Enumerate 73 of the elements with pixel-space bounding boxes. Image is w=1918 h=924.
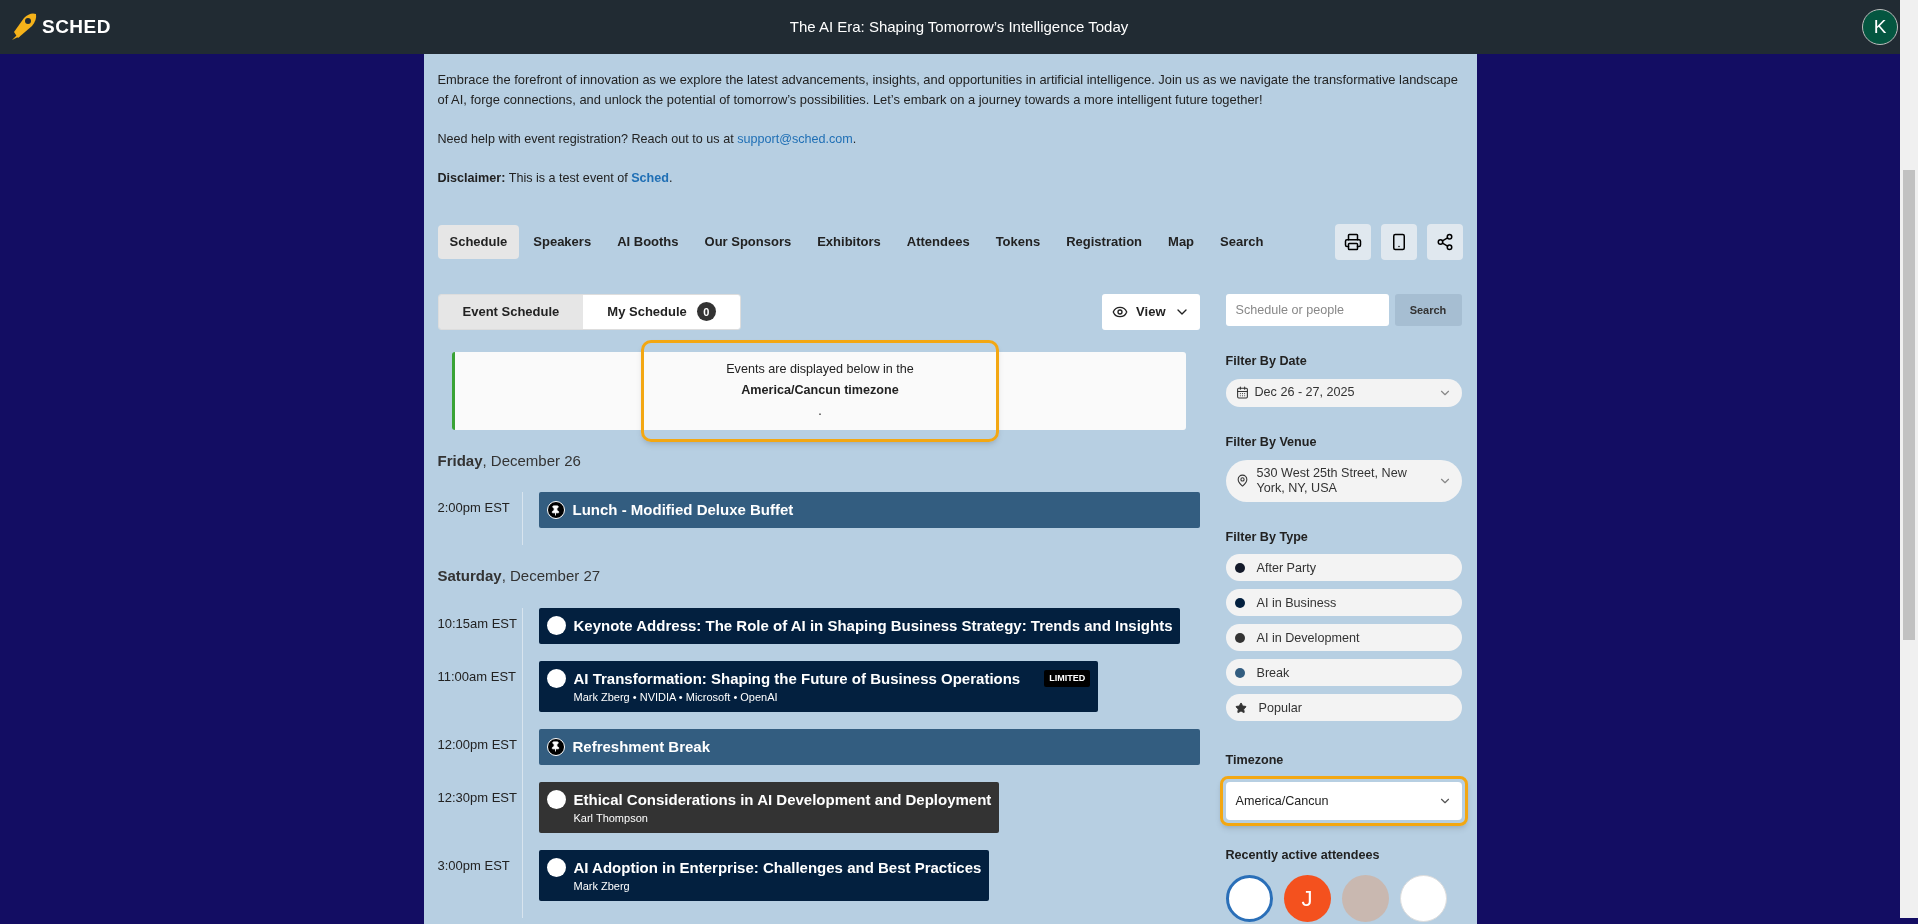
nav-tab[interactable]: Our Sponsors (692, 224, 804, 259)
break-block[interactable]: Lunch - Modified Deluxe Buffet (538, 492, 1200, 529)
time-label: 12:30pm EST (437, 788, 518, 807)
nav-tab[interactable]: AI Booths (605, 224, 691, 259)
time-label: 12:00pm EST (437, 735, 518, 754)
timezone-select[interactable]: America/Cancun (1225, 782, 1462, 821)
nav-tab[interactable]: Schedule (437, 224, 520, 259)
calendar-icon (1235, 386, 1249, 400)
share-button[interactable] (1426, 223, 1463, 260)
nav-tab[interactable]: Exhibitors (805, 224, 893, 259)
view-button[interactable]: View (1102, 293, 1200, 330)
type-filter[interactable]: AI in Development (1225, 624, 1462, 652)
print-icon (1343, 232, 1362, 251)
event-title[interactable]: AI Adoption in Enterprise: Challenges and Best Practices (573, 856, 982, 879)
nav-tab[interactable]: Search (1208, 224, 1276, 259)
time-label: 11:00am EST (437, 667, 518, 686)
day-heading: Friday, December 26 (437, 450, 582, 471)
share-icon (1435, 232, 1454, 251)
schedule-toggle[interactable]: Event Schedule (438, 294, 584, 329)
event-title[interactable]: Lunch - Modified Deluxe Buffet (572, 499, 794, 522)
pin-icon (546, 501, 565, 520)
type-filter[interactable]: After Party (1225, 554, 1462, 582)
event-title[interactable]: Keynote Address: The Role of AI in Shaping Business Strategy: Trends and Insights (573, 614, 1173, 637)
timezone-notice: America/Cancun timezone (741, 382, 899, 400)
notice-text: Events are displayed below in the (726, 361, 914, 379)
session-card[interactable]: AI Transformation: Shaping the Future of Business Operations LIMITED Mark Zberg • NVIDIA • Microsoft • OpenAI (538, 660, 1099, 712)
attendees-label: Recently active attendees (1225, 847, 1381, 865)
break-block[interactable]: Refreshment Break (538, 728, 1200, 765)
logo-text[interactable]: SCHED (42, 12, 111, 42)
star-icon (1234, 701, 1247, 714)
map-pin-icon (1235, 474, 1249, 488)
user-avatar[interactable]: K (1862, 9, 1898, 45)
type-filter[interactable]: Break (1225, 659, 1462, 687)
event-title: The AI Era: Shaping Tomorrow’s Intelligence Today (788, 16, 1130, 37)
event-speakers: Mark Zberg • NVIDIA • Microsoft • OpenAI (573, 689, 779, 705)
filter-label: Filter By Date (1225, 352, 1308, 370)
day-heading: Saturday, December 27 (437, 566, 602, 587)
event-speakers: Karl Thompson (573, 810, 649, 826)
filter-label: Filter By Type (1225, 528, 1309, 546)
search-field[interactable]: Schedule or people (1225, 293, 1389, 326)
event-title[interactable]: Ethical Considerations in AI Development and Deployment (573, 788, 992, 811)
nav-tab[interactable]: Speakers (521, 224, 604, 259)
event-description: Embrace the forefront of innovation as we explore the latest advancements, insights, and opportunities in artificial intelligence. Join us as we navigate the transformative landscape of AI, forge connections, and unlock the potential of tomorrow’s possibilities. Let’s embark on a journey towards a more intelligent future together! (437, 71, 1459, 109)
notice-period: . (818, 403, 822, 421)
event-speakers: Mark Zberg (573, 878, 631, 894)
event-title[interactable]: Refreshment Break (572, 735, 711, 758)
filter-label: Timezone (1225, 752, 1285, 770)
schedule-toggle[interactable]: My Schedule 0 (583, 294, 740, 329)
filter-label: Filter By Venue (1225, 433, 1318, 451)
date-select[interactable]: Dec 26 - 27, 2025 (1225, 378, 1462, 407)
search-button[interactable]: Search (1394, 293, 1462, 326)
time-label: 2:00pm EST (437, 499, 511, 518)
session-card[interactable]: Ethical Considerations in AI Development and Deployment Karl Thompson (538, 781, 1000, 833)
session-card[interactable]: Keynote Address: The Role of AI in Shaping Business Strategy: Trends and Insights (538, 607, 1181, 644)
nav-tab[interactable]: Attendees (894, 224, 982, 259)
disclaimer-text: Disclaimer: This is a test event of Sched. (437, 169, 674, 187)
nav-tab[interactable]: Registration (1054, 224, 1155, 259)
event-title[interactable]: AI Transformation: Shaping the Future of Business Operations (573, 667, 1021, 690)
time-label: 3:00pm EST (437, 856, 511, 875)
venue-select[interactable]: 530 West 25th Street, New York, NY, USA (1225, 459, 1462, 502)
limited-badge: LIMITED (1044, 669, 1091, 688)
help-text: Need help with event registration? Reach out to us at support@sched.com. (437, 131, 858, 148)
type-filter[interactable]: AI in Business (1225, 589, 1462, 617)
time-label: 10:15am EST (437, 614, 518, 633)
nav-tab[interactable]: Map (1156, 224, 1207, 259)
session-card[interactable]: AI Adoption in Enterprise: Challenges and Best Practices Mark Zberg (538, 849, 990, 901)
print-button[interactable] (1334, 223, 1371, 260)
type-filter[interactable]: Popular (1225, 694, 1462, 722)
nav-tab[interactable]: Tokens (983, 224, 1053, 259)
count-badge: 0 (696, 302, 716, 322)
pin-icon (546, 737, 565, 756)
scrollbar[interactable] (1900, 0, 1918, 918)
mobile-button[interactable] (1380, 223, 1417, 260)
